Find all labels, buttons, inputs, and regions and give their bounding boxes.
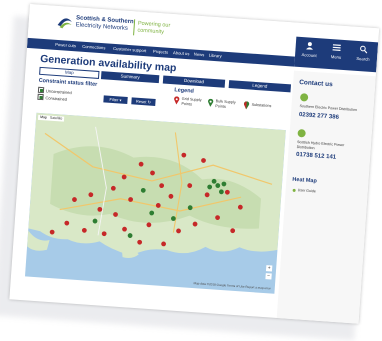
- tagline: Powering our community: [137, 21, 170, 36]
- legend-substations-label: Substations: [251, 102, 272, 109]
- filter-button[interactable]: Filter ▾: [103, 95, 128, 105]
- account-label: Account: [301, 52, 317, 59]
- search-label: Search: [356, 55, 370, 62]
- utility-bar: Account Menu Search: [294, 36, 379, 73]
- refresh-icon: ↻: [147, 99, 152, 105]
- ssen-logo-icon: [57, 18, 72, 29]
- map-canvas: [27, 112, 286, 258]
- zoom-out-button[interactable]: −: [265, 273, 272, 280]
- legend-substations: Substations: [251, 103, 271, 109]
- filter-button-label: Filter: [109, 96, 119, 103]
- tab-summary[interactable]: Summary: [100, 71, 160, 84]
- browser-page: Scottish & Southern Electricity Networks…: [9, 4, 380, 324]
- contact-2-number[interactable]: 01738 512 141: [296, 152, 336, 161]
- nav-item-library[interactable]: Library: [209, 53, 222, 59]
- legend-gsp: Grid Supply Points: [181, 97, 201, 107]
- generation-map[interactable]: Map Satellite + − Map data ©2018 Google T…: [24, 112, 286, 294]
- unconstrained-label: Unconstrained: [45, 87, 72, 95]
- hamburger-icon: [332, 44, 341, 51]
- phone-icon: [299, 93, 309, 102]
- menu-label: Menu: [330, 54, 342, 60]
- nav-item-news[interactable]: News: [194, 52, 205, 58]
- substation-pin-icon: [243, 101, 250, 110]
- reset-button-label: Reset: [135, 98, 147, 105]
- phone-icon: [297, 128, 306, 138]
- user-icon: [306, 42, 313, 50]
- contact-1-number[interactable]: 02392 277 386: [299, 112, 339, 121]
- tab-legend[interactable]: Legend: [228, 80, 292, 93]
- funnel-icon: ▾: [119, 97, 122, 103]
- brand-name[interactable]: Scottish & Southern Electricity Networks: [75, 15, 133, 33]
- gsp-pin-icon: [174, 96, 180, 105]
- legend-bsp: Bulk Supply Points: [215, 99, 236, 109]
- legend-title: Legend: [174, 87, 195, 95]
- nav-item-about-us[interactable]: About us: [173, 50, 190, 56]
- contact-2-label: Scottish Hydro Electric Power Distributi…: [297, 140, 345, 152]
- menu-button[interactable]: Menu: [323, 43, 350, 61]
- filter-constrained[interactable]: Constrained: [37, 93, 68, 102]
- constrained-label: Constrained: [45, 94, 68, 102]
- user-guide-link[interactable]: User Guide: [298, 188, 316, 193]
- search-button[interactable]: Search: [350, 44, 377, 62]
- constrained-checkbox[interactable]: [37, 93, 44, 101]
- unconstrained-checkbox[interactable]: [37, 86, 45, 94]
- map-type-map[interactable]: Map: [40, 115, 47, 119]
- nav-item-power-cuts[interactable]: Power cuts: [55, 42, 76, 48]
- tab-map[interactable]: Map: [39, 66, 100, 79]
- account-button[interactable]: Account: [296, 41, 323, 59]
- filter-title: Constraint status filter: [38, 77, 98, 88]
- map-type-satellite[interactable]: Satellite: [50, 116, 63, 121]
- tab-download[interactable]: Download: [162, 75, 226, 88]
- search-icon: [360, 45, 368, 54]
- reset-button[interactable]: Reset ↻: [131, 97, 156, 106]
- nav-item-customer-support[interactable]: Customer support: [113, 46, 147, 53]
- bsp-pin-icon: [208, 98, 214, 107]
- nav-item-projects[interactable]: Projects: [153, 49, 168, 55]
- sidebar: Contact us Southern Electric Power Distr…: [276, 70, 376, 324]
- contact-title: Contact us: [298, 78, 333, 89]
- nav-item-connections[interactable]: Connections: [82, 44, 106, 51]
- heatmap-title: Heat Map: [292, 176, 317, 185]
- logo-divider: [133, 19, 136, 36]
- zoom-in-button[interactable]: +: [265, 265, 273, 272]
- bullet-icon: [292, 188, 296, 192]
- contact-1-label: Southern Electric Power Distribution: [299, 104, 358, 113]
